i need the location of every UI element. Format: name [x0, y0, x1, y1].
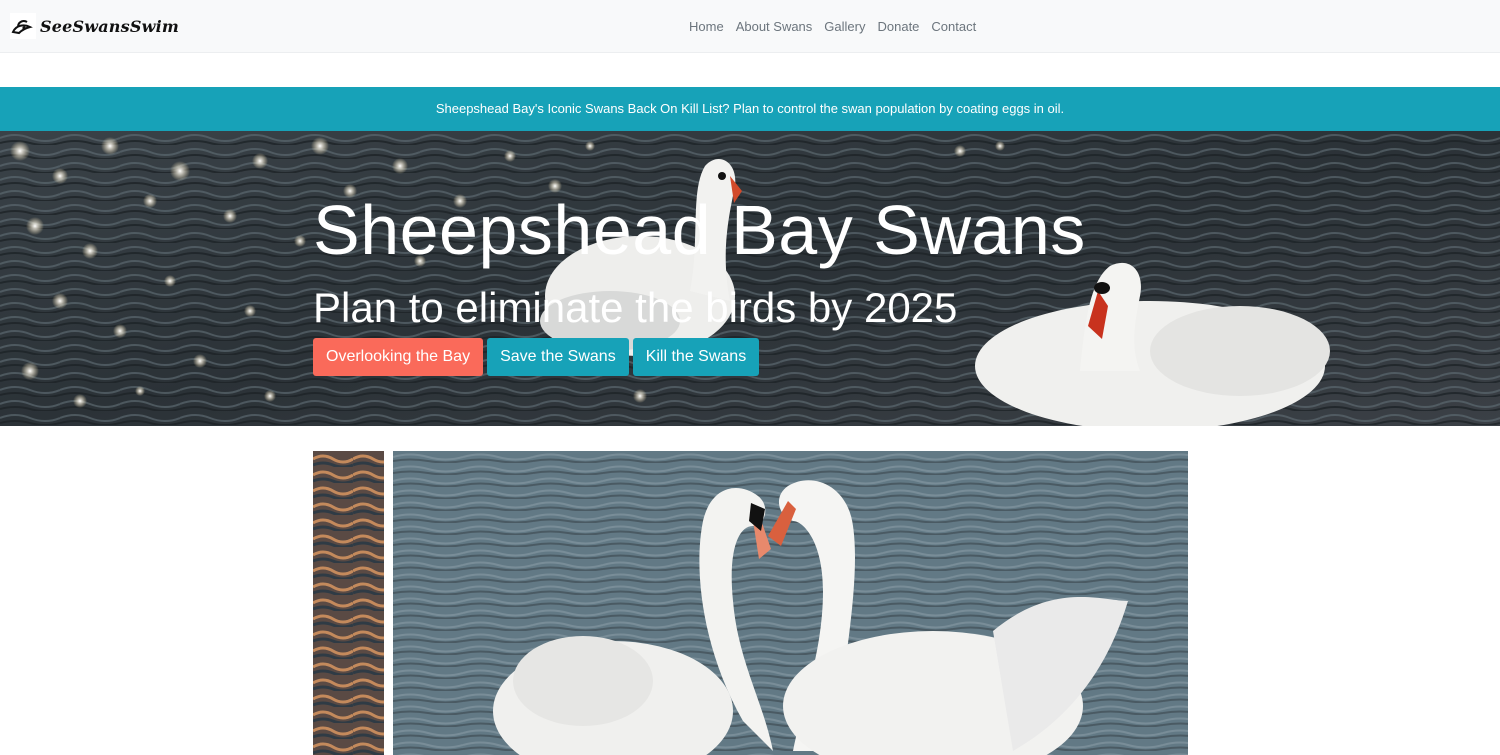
- gallery-current-slide[interactable]: [393, 451, 1188, 755]
- brand-link[interactable]: SeeSwansSwim: [10, 10, 179, 42]
- announcement-text: Sheepshead Bay's Iconic Swans Back On Ki…: [435, 101, 1065, 116]
- swan-gallery: [313, 451, 1188, 755]
- hero-title: Sheepshead Bay Swans: [313, 191, 1086, 269]
- overlooking-the-bay-button[interactable]: Overlooking the Bay: [313, 338, 484, 376]
- nav-about-swans[interactable]: About Swans: [730, 17, 819, 37]
- nav-gallery[interactable]: Gallery: [818, 17, 871, 37]
- nav-contact[interactable]: Contact: [925, 17, 982, 37]
- nav-links: Home About Swans Gallery Donate Contact: [683, 17, 982, 37]
- hero-subtitle: Plan to eliminate the birds by 2025: [313, 284, 958, 331]
- save-the-swans-button[interactable]: Save the Swans: [487, 338, 629, 376]
- hero-background-image: [0, 131, 1500, 426]
- gallery-previous-slide[interactable]: [313, 451, 384, 755]
- brand-name: SeeSwansSwim: [40, 16, 179, 36]
- hero-section: Sheepshead Bay Swans Plan to eliminate t…: [0, 131, 1500, 426]
- swan-logo-icon: [10, 13, 36, 39]
- hero-buttons: Overlooking the Bay Save the Swans Kill …: [313, 338, 760, 376]
- kill-the-swans-button[interactable]: Kill the Swans: [632, 338, 760, 376]
- navbar: SeeSwansSwim Home About Swans Gallery Do…: [0, 0, 1500, 53]
- announcement-banner: Sheepshead Bay's Iconic Swans Back On Ki…: [0, 87, 1500, 131]
- nav-donate[interactable]: Donate: [871, 17, 925, 37]
- nav-home[interactable]: Home: [683, 17, 730, 37]
- previous-slide-image: [313, 451, 384, 755]
- two-swans-heart-image: [393, 451, 1188, 755]
